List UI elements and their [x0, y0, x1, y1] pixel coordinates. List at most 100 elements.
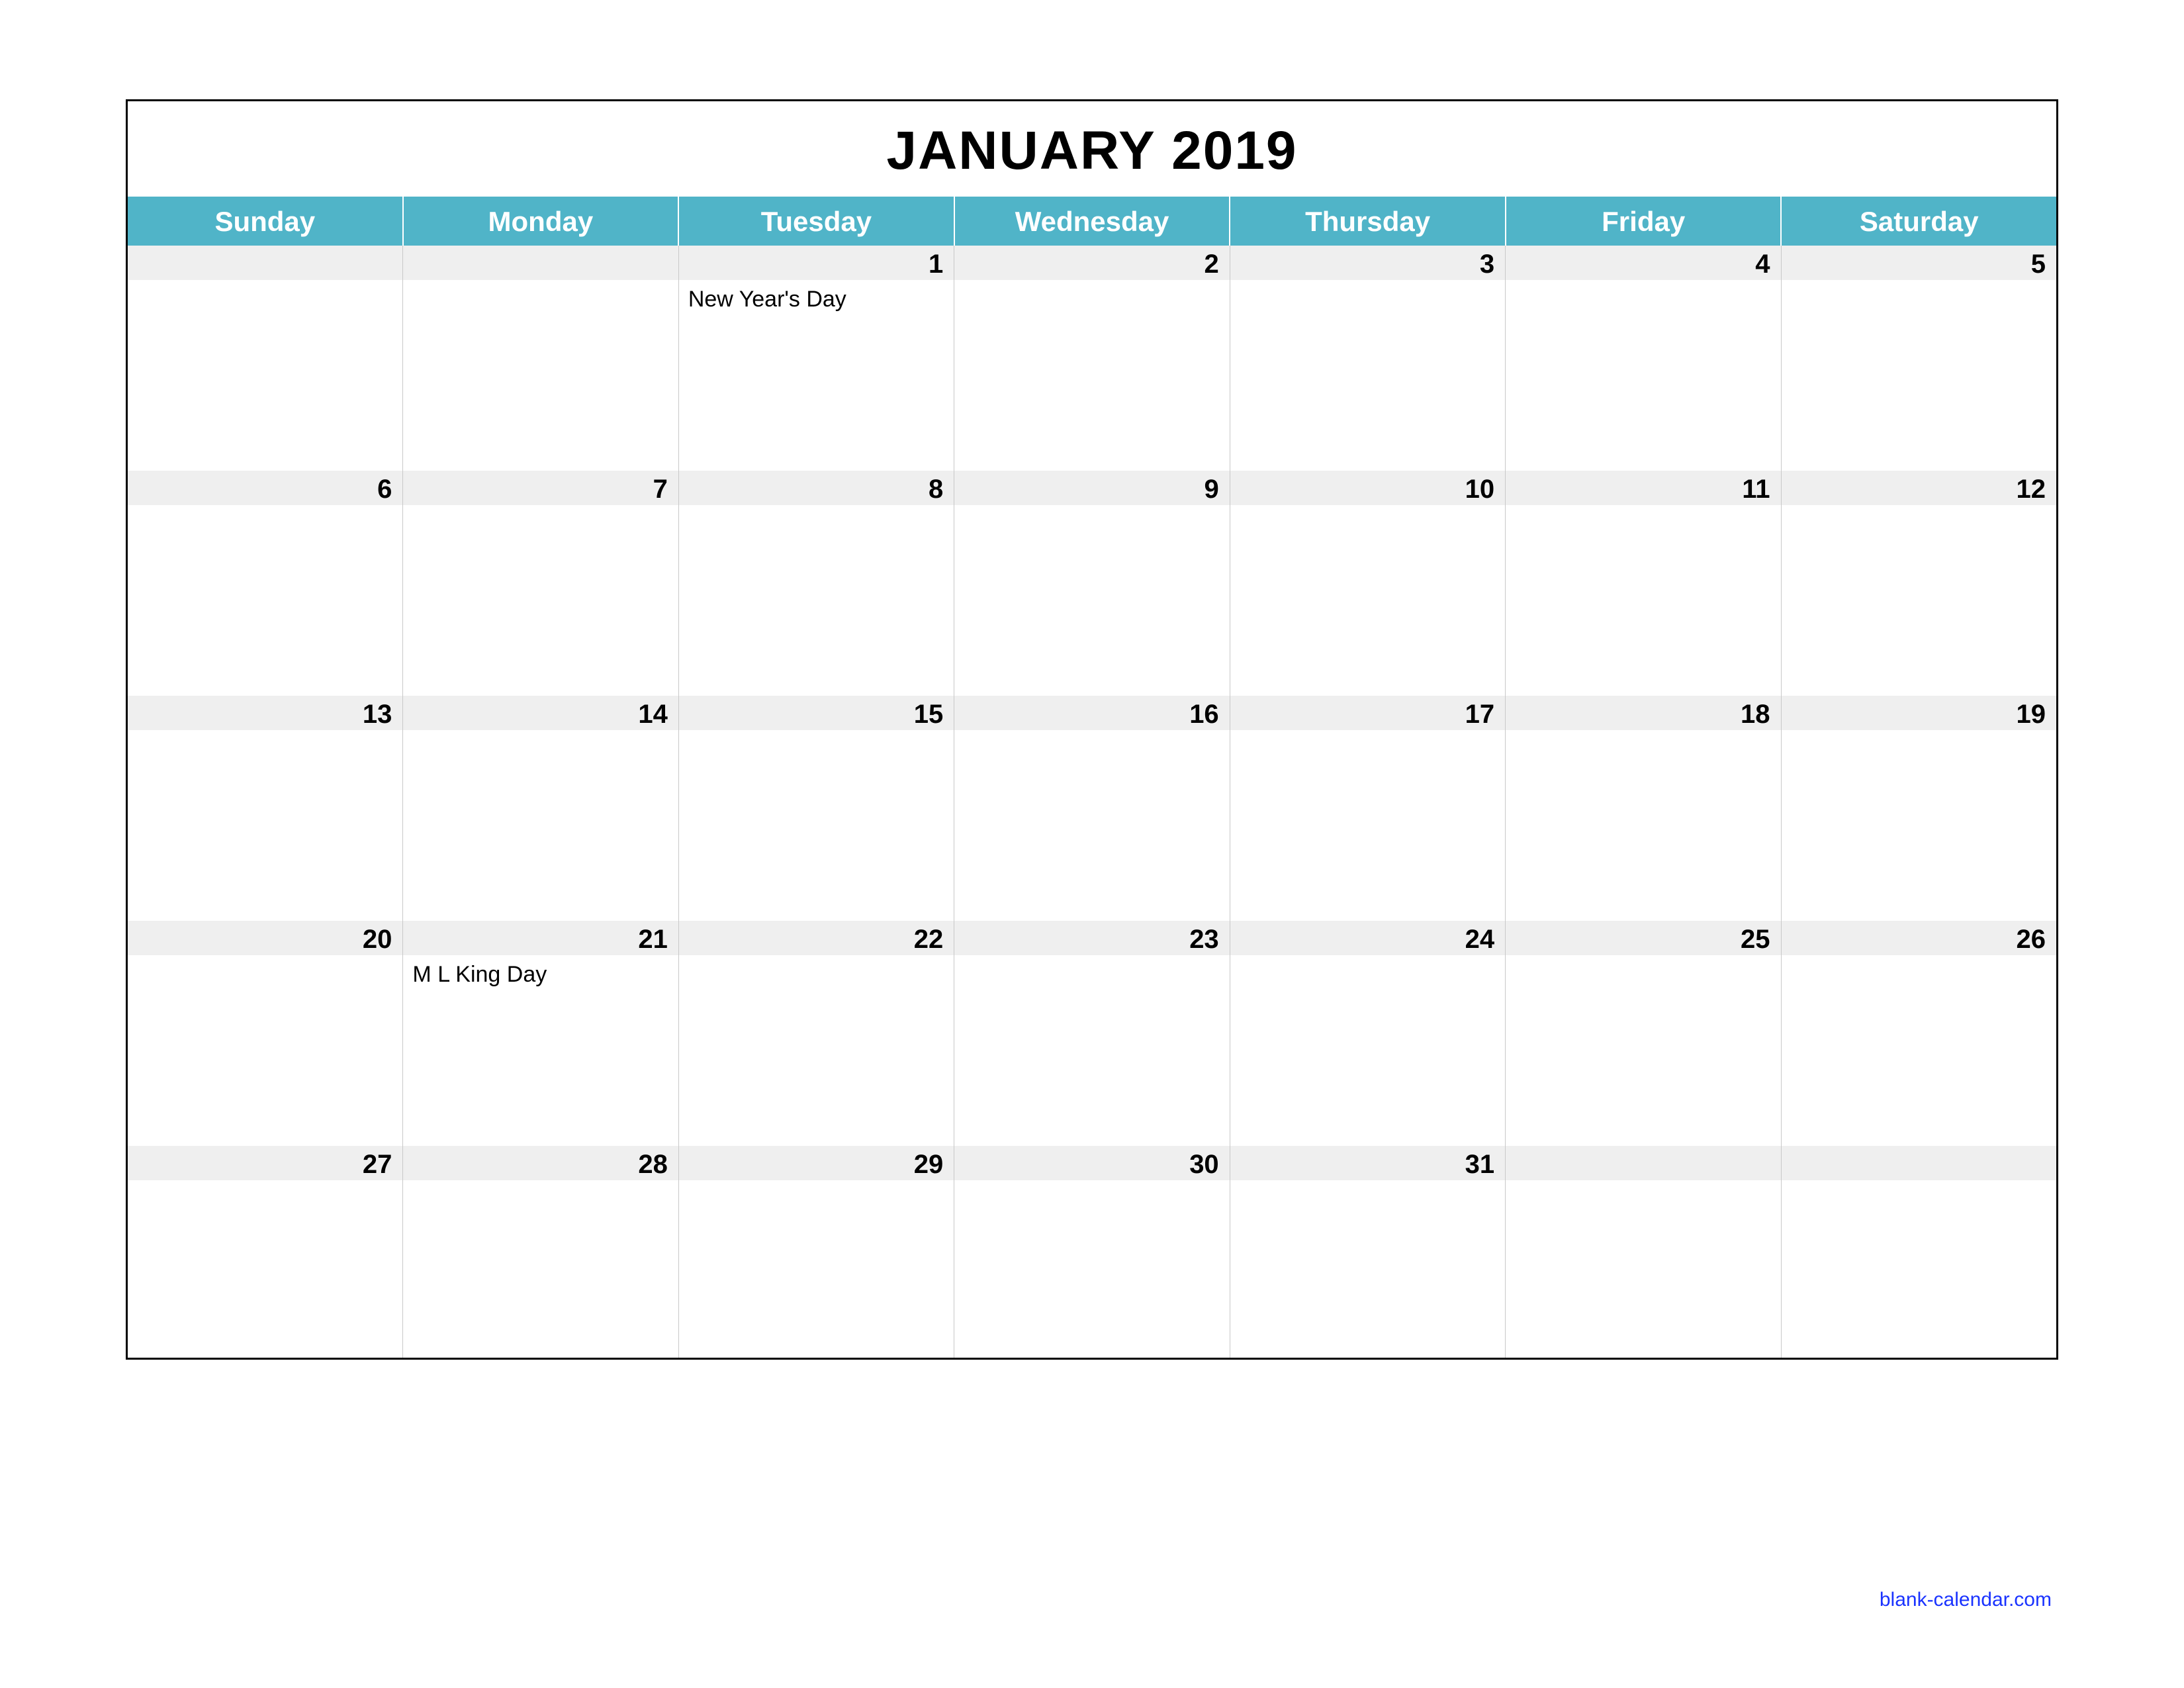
- day-number: 20: [128, 921, 402, 955]
- day-number: [403, 246, 678, 280]
- day-number: 31: [1230, 1146, 1505, 1180]
- day-event: [1506, 955, 1780, 1146]
- day-event: [679, 730, 954, 921]
- day-number: 22: [679, 921, 954, 955]
- day-number: 16: [954, 696, 1229, 730]
- day-cell: 15: [679, 696, 954, 921]
- day-event: [1230, 280, 1505, 471]
- day-cell: 16: [954, 696, 1230, 921]
- day-event: [128, 280, 402, 471]
- week-row: 6 7 8 9 10: [128, 471, 2056, 696]
- dow-friday: Friday: [1506, 197, 1782, 246]
- day-number: 4: [1506, 246, 1780, 280]
- week-row: 13 14 15 16 17: [128, 696, 2056, 921]
- day-event: M L King Day: [403, 955, 678, 1146]
- day-number: 19: [1782, 696, 2056, 730]
- day-cell: 2: [954, 246, 1230, 471]
- dow-tuesday: Tuesday: [679, 197, 955, 246]
- page: JANUARY 2019 Sunday Monday Tuesday Wedne…: [0, 0, 2184, 1688]
- day-number: 27: [128, 1146, 402, 1180]
- day-cell: 3: [1230, 246, 1506, 471]
- day-number: 8: [679, 471, 954, 505]
- day-cell: 17: [1230, 696, 1506, 921]
- day-cell: 24: [1230, 921, 1506, 1146]
- day-number: 12: [1782, 471, 2056, 505]
- day-event: [954, 1180, 1229, 1358]
- day-number: 18: [1506, 696, 1780, 730]
- day-event: [403, 280, 678, 471]
- day-number: 26: [1782, 921, 2056, 955]
- day-event: [1230, 730, 1505, 921]
- day-cell: [1506, 1146, 1781, 1358]
- day-cell: 6: [128, 471, 403, 696]
- day-event: New Year's Day: [679, 280, 954, 471]
- day-number: 1: [679, 246, 954, 280]
- calendar-title: JANUARY 2019: [128, 101, 2056, 197]
- day-event: [1230, 1180, 1505, 1358]
- day-number: [128, 246, 402, 280]
- day-number: 3: [1230, 246, 1505, 280]
- dow-wednesday: Wednesday: [955, 197, 1231, 246]
- day-cell: 4: [1506, 246, 1781, 471]
- day-number: 25: [1506, 921, 1780, 955]
- day-cell: 29: [679, 1146, 954, 1358]
- day-cell: 10: [1230, 471, 1506, 696]
- day-event: [1782, 505, 2056, 696]
- day-event: [954, 730, 1229, 921]
- day-event: [1506, 730, 1780, 921]
- day-cell: 5: [1782, 246, 2056, 471]
- day-event: [128, 505, 402, 696]
- day-cell: 14: [403, 696, 678, 921]
- day-cell: 18: [1506, 696, 1781, 921]
- day-event: [128, 955, 402, 1146]
- day-number: 17: [1230, 696, 1505, 730]
- day-number: 2: [954, 246, 1229, 280]
- day-number: 14: [403, 696, 678, 730]
- day-event: [1506, 505, 1780, 696]
- day-event: [954, 505, 1229, 696]
- day-event: [1782, 955, 2056, 1146]
- day-cell: 26: [1782, 921, 2056, 1146]
- day-cell: 12: [1782, 471, 2056, 696]
- day-cell: [403, 246, 678, 471]
- day-number: 29: [679, 1146, 954, 1180]
- day-event: [403, 1180, 678, 1358]
- day-event: [679, 1180, 954, 1358]
- day-number: 30: [954, 1146, 1229, 1180]
- footer-link[interactable]: blank-calendar.com: [1880, 1589, 2052, 1611]
- day-event: [1506, 1180, 1780, 1358]
- day-cell: 23: [954, 921, 1230, 1146]
- day-number: 6: [128, 471, 402, 505]
- day-event: [1782, 730, 2056, 921]
- day-cell: [1782, 1146, 2056, 1358]
- day-number: 24: [1230, 921, 1505, 955]
- day-number: [1506, 1146, 1780, 1180]
- day-cell: 25: [1506, 921, 1781, 1146]
- day-cell: 27: [128, 1146, 403, 1358]
- day-cell: 20: [128, 921, 403, 1146]
- calendar: JANUARY 2019 Sunday Monday Tuesday Wedne…: [126, 99, 2058, 1360]
- day-cell: 8: [679, 471, 954, 696]
- day-event: [679, 955, 954, 1146]
- day-of-week-header-row: Sunday Monday Tuesday Wednesday Thursday…: [128, 197, 2056, 246]
- day-event: [679, 505, 954, 696]
- day-event: [1782, 1180, 2056, 1358]
- dow-thursday: Thursday: [1230, 197, 1506, 246]
- day-cell: 11: [1506, 471, 1781, 696]
- dow-saturday: Saturday: [1782, 197, 2056, 246]
- day-event: [403, 730, 678, 921]
- day-number: 13: [128, 696, 402, 730]
- day-event: [128, 1180, 402, 1358]
- day-event: [1782, 280, 2056, 471]
- day-cell: [128, 246, 403, 471]
- dow-sunday: Sunday: [128, 197, 404, 246]
- day-event: [1506, 280, 1780, 471]
- week-row: 1 New Year's Day 2 3 4 5: [128, 246, 2056, 471]
- day-number: [1782, 1146, 2056, 1180]
- day-cell: 21 M L King Day: [403, 921, 678, 1146]
- week-row: 20 21 M L King Day 22 23 24: [128, 921, 2056, 1146]
- day-event: [1230, 955, 1505, 1146]
- calendar-grid: 1 New Year's Day 2 3 4 5: [128, 246, 2056, 1358]
- day-event: [954, 280, 1229, 471]
- day-cell: 30: [954, 1146, 1230, 1358]
